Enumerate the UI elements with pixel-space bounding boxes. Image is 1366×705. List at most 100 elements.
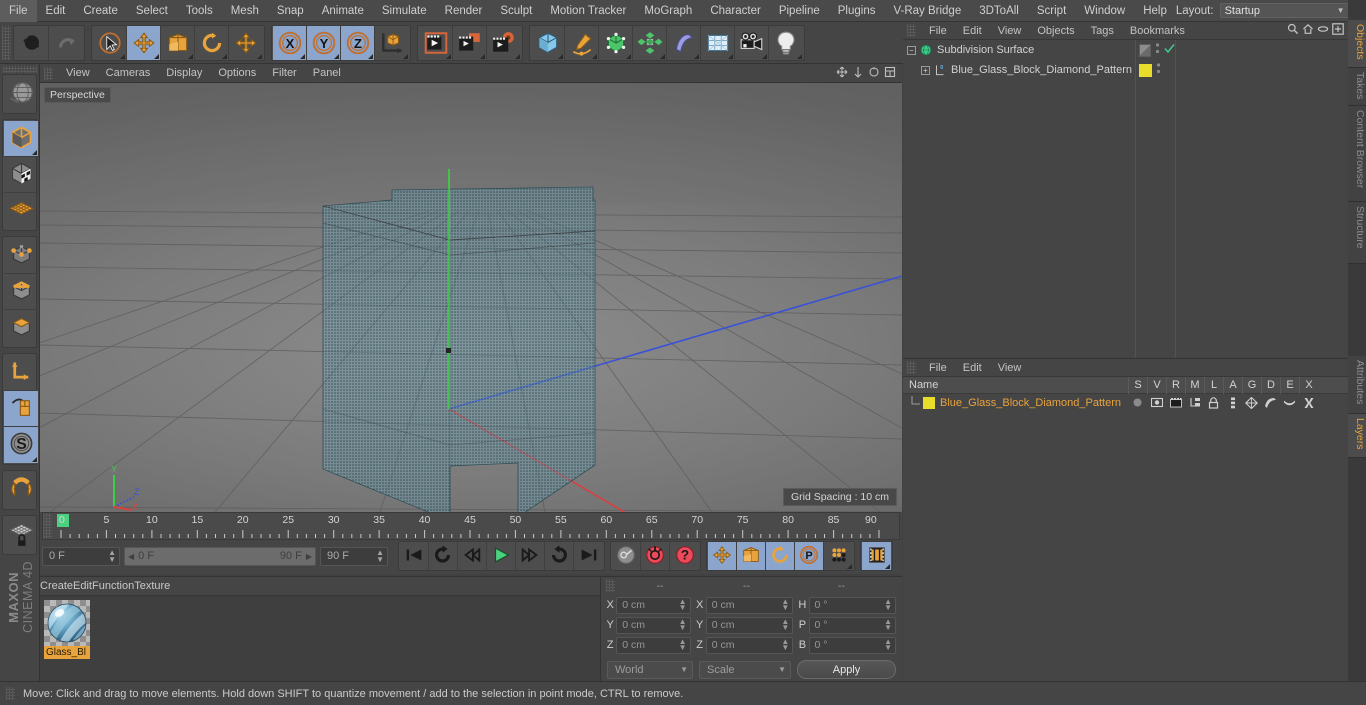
layout-dropdown[interactable]: Startup ▼ [1219, 3, 1350, 18]
layer-column-A[interactable]: A [1223, 376, 1242, 394]
menu-item-select[interactable]: Select [127, 0, 177, 22]
menu-item-script[interactable]: Script [1028, 0, 1075, 22]
object-menu-bookmarks[interactable]: Bookmarks [1122, 22, 1193, 40]
phong-tag-icon[interactable] [1139, 43, 1151, 57]
object-manager-body[interactable]: − Subdivision Surface +0 Blue_Glass_Block_D… [903, 40, 1348, 358]
spinner-icon[interactable]: ▲ ▼ [884, 618, 892, 632]
right-tab-content-browser[interactable]: Content Browser [1348, 106, 1366, 202]
mode-button-snap-enable[interactable] [4, 472, 38, 508]
mode-button-enable-axis-modification[interactable] [4, 391, 38, 427]
layer-column-G[interactable]: G [1242, 376, 1261, 394]
coord-field-size-2[interactable]: 0 cm ▲ ▼ [705, 636, 794, 654]
object-manager-grip[interactable] [907, 24, 916, 37]
timeline-button-record-active-objects[interactable] [612, 542, 641, 570]
toolbar-button-live-selection[interactable] [93, 25, 127, 60]
menu-item-help[interactable]: Help [1134, 0, 1176, 22]
timeline-button-param-key[interactable]: P [795, 542, 824, 570]
spinner-icon[interactable]: ▲ ▼ [679, 598, 687, 612]
layer-column-R[interactable]: R [1166, 376, 1185, 394]
layer-column-D[interactable]: D [1261, 376, 1280, 394]
visibility-dots-icon[interactable] [1156, 62, 1161, 78]
layer-menu-edit[interactable]: Edit [955, 359, 990, 377]
timeline-ruler[interactable]: 0 5 10 15 20 25 30 35 40 45 50 55 60 65 70 75 80 85 90 [42, 512, 900, 540]
toolbar-button-move-dup[interactable] [229, 26, 263, 60]
menu-item-sculpt[interactable]: Sculpt [491, 0, 541, 22]
spinner-icon[interactable]: ▲ ▼ [781, 618, 789, 632]
layer-column-V[interactable]: V [1147, 376, 1166, 394]
material-list[interactable]: Glass_Bl [40, 596, 600, 681]
timeline-button-loop-playback[interactable] [545, 542, 574, 570]
layer-column-S[interactable]: S [1128, 376, 1147, 394]
coord-field-position-2[interactable]: 0 cm ▲ ▼ [616, 636, 691, 654]
coordinates-grip[interactable] [606, 579, 615, 592]
layer-rows[interactable]: Blue_Glass_Block_Diamond_Pattern [903, 394, 1348, 411]
coord-field-position-1[interactable]: 0 cm ▲ ▼ [616, 616, 691, 634]
expand-toggle[interactable]: + [921, 65, 930, 75]
viewport-menu-cameras[interactable]: Cameras [98, 64, 159, 83]
toolbar-button-lock-x[interactable]: X [273, 25, 307, 60]
object-menu-edit[interactable]: Edit [955, 22, 990, 40]
menu-item-character[interactable]: Character [701, 0, 770, 22]
coord-field-rotation-0[interactable]: 0 ° ▲ ▼ [808, 596, 897, 614]
menu-item-render[interactable]: Render [436, 0, 492, 22]
timeline-button-timeline-mode[interactable] [862, 542, 891, 570]
coord-field-position-0[interactable]: 0 cm ▲ ▼ [616, 596, 691, 614]
layer-cell-deformer[interactable] [1261, 397, 1280, 409]
layer-cell-view[interactable] [1147, 397, 1166, 408]
coordinate-space-dropdown[interactable]: World ▼ [607, 660, 693, 679]
timeline-button-position-key[interactable] [708, 542, 737, 570]
layer-manager-grip[interactable] [907, 361, 916, 374]
layer-column-L[interactable]: L [1204, 376, 1223, 394]
frame-range-slider[interactable]: ◀ 0 F 90 F ▶ [124, 546, 316, 566]
layer-cell-xref[interactable] [1299, 397, 1318, 409]
current-frame-field[interactable]: 0 F ▲ ▼ [42, 546, 120, 566]
toolbar-button-add-nurbs[interactable] [599, 25, 633, 60]
timeline-button-go-to-start[interactable] [400, 542, 429, 570]
toolbar-grip[interactable] [2, 25, 11, 60]
coord-field-size-1[interactable]: 0 cm ▲ ▼ [705, 616, 794, 634]
menu-item-window[interactable]: Window [1075, 0, 1134, 22]
layer-cell-animation[interactable] [1223, 397, 1242, 409]
viewport-menu-filter[interactable]: Filter [264, 64, 304, 83]
timeline-button-play-reverse[interactable] [429, 542, 458, 570]
range-right-arrow-icon[interactable]: ▶ [306, 552, 312, 561]
toolbar-button-lock-z[interactable]: Z [341, 25, 375, 60]
layer-menu-view[interactable]: View [990, 359, 1030, 377]
right-tab-attributes[interactable]: Attributes [1348, 356, 1366, 414]
mode-button-workplane-mode[interactable] [4, 193, 38, 229]
viewport-menu-options[interactable]: Options [210, 64, 264, 83]
toolbar-button-add-light[interactable] [769, 26, 803, 60]
layer-column-M[interactable]: M [1185, 376, 1204, 394]
toolbar-button-world-object-axis[interactable] [375, 26, 409, 60]
layer-name-cell[interactable]: Blue_Glass_Block_Diamond_Pattern [903, 396, 1128, 409]
layer-cell-manager[interactable] [1185, 397, 1204, 408]
right-tab-layers[interactable]: Layers [1348, 414, 1366, 458]
viewport-grip[interactable] [44, 66, 53, 80]
mode-button-edges-mode[interactable] [4, 274, 38, 310]
toolbar-button-rotate[interactable] [195, 25, 229, 60]
status-bar-grip[interactable] [6, 687, 15, 700]
menu-item-tools[interactable]: Tools [177, 0, 222, 22]
menu-item-motion-tracker[interactable]: Motion Tracker [541, 0, 635, 22]
viewport-move-icon[interactable] [836, 66, 848, 81]
object-menu-view[interactable]: View [990, 22, 1030, 40]
material-item[interactable]: Glass_Bl [44, 600, 90, 659]
toolbar-button-render-view[interactable] [419, 25, 453, 60]
layer-column-X[interactable]: X [1299, 376, 1318, 394]
mode-button-points-mode[interactable] [4, 238, 38, 274]
toolbar-button-move[interactable] [127, 25, 161, 60]
layer-cell-lock[interactable] [1204, 396, 1223, 409]
right-tab-takes[interactable]: Takes [1348, 68, 1366, 106]
menu-item-mograph[interactable]: MoGraph [635, 0, 701, 22]
menu-item-mesh[interactable]: Mesh [222, 0, 268, 22]
toolbar-button-add-cube[interactable] [531, 25, 565, 60]
mode-button-polygons-mode[interactable] [4, 310, 38, 346]
toolbar-button-add-environment[interactable] [701, 25, 735, 60]
mode-button-viewport-solo[interactable]: S [4, 427, 38, 463]
material-menu-function[interactable]: Function [92, 580, 134, 592]
toolbar-button-scale[interactable] [161, 25, 195, 60]
timeline-button-play-forward[interactable] [487, 542, 516, 570]
timeline-button-rotation-key[interactable] [766, 542, 795, 570]
mode-toolbar-grip[interactable] [3, 66, 37, 73]
menu-item-pipeline[interactable]: Pipeline [770, 0, 829, 22]
